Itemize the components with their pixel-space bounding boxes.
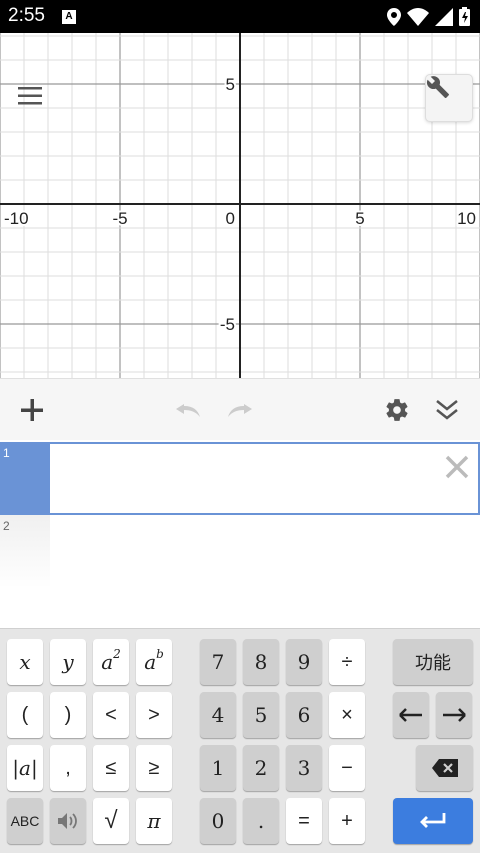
backspace-button[interactable] [416, 745, 473, 791]
key-divide[interactable]: ÷ [329, 639, 365, 685]
key-minus[interactable]: − [329, 745, 365, 791]
wifi-icon [407, 7, 429, 26]
key-9[interactable]: 9 [286, 639, 322, 685]
key-sqrt[interactable]: √ [93, 798, 129, 844]
status-bar: 2:55 A [0, 0, 480, 33]
x-tick-label: 5 [355, 209, 364, 228]
x-tick-label: 0 [226, 209, 235, 228]
menu-button[interactable] [18, 85, 44, 107]
signal-icon [435, 7, 453, 26]
expression-number: 2 [0, 515, 50, 588]
key-comma[interactable]: , [50, 745, 86, 791]
collapse-list-button[interactable] [430, 393, 464, 427]
key-plus[interactable]: + [329, 798, 365, 844]
arrow-right-icon [443, 708, 466, 722]
y-tick-label: 5 [226, 75, 235, 94]
wrench-icon [426, 76, 449, 98]
status-time: 2:55 [8, 5, 45, 26]
key-close-paren[interactable]: ) [50, 692, 86, 738]
undo-icon [176, 404, 200, 417]
key-y[interactable]: y [50, 639, 86, 685]
key-open-paren[interactable]: ( [7, 692, 43, 738]
hamburger-icon [18, 87, 42, 105]
expression-list: 1 2 [0, 440, 480, 628]
key-5[interactable]: 5 [243, 692, 279, 738]
key-a-squared[interactable]: a2 [93, 639, 129, 685]
key-multiply[interactable]: × [329, 692, 365, 738]
key-0[interactable]: 0 [200, 798, 236, 844]
notification-icon: A [62, 10, 76, 24]
key-greater-equal[interactable]: ≥ [136, 745, 172, 791]
redo-button[interactable] [222, 393, 256, 427]
key-greater-than[interactable]: > [136, 692, 172, 738]
status-icons [387, 7, 470, 26]
key-3[interactable]: 3 [286, 745, 322, 791]
settings-button[interactable] [380, 393, 414, 427]
x-tick-label: -10 [4, 209, 29, 228]
abc-keyboard-button[interactable]: ABC [7, 798, 43, 844]
location-icon [387, 7, 401, 26]
key-absolute-value[interactable]: |a| [7, 745, 43, 791]
redo-icon [228, 404, 252, 417]
key-7[interactable]: 7 [200, 639, 236, 685]
key-8[interactable]: 8 [243, 639, 279, 685]
functions-button[interactable]: 功能 [393, 639, 473, 685]
cursor-left-button[interactable] [393, 692, 429, 738]
key-a-power-b[interactable]: ab [136, 639, 172, 685]
key-decimal[interactable]: . [243, 798, 279, 844]
undo-button[interactable] [172, 393, 206, 427]
key-1[interactable]: 1 [200, 745, 236, 791]
key-less-equal[interactable]: ≤ [93, 745, 129, 791]
graph-canvas[interactable]: -10 -10 -5 -5 0 0 5 5 10 10 5 5 -5 -5 [0, 33, 480, 378]
enter-icon [420, 813, 446, 828]
battery-icon [459, 7, 470, 26]
audio-button[interactable] [50, 798, 86, 844]
expression-input[interactable] [50, 442, 480, 515]
x-tick-label: 10 [457, 209, 476, 228]
key-2[interactable]: 2 [243, 745, 279, 791]
arrow-left-icon [399, 708, 422, 722]
delete-expression-button[interactable] [444, 454, 470, 480]
double-chevron-down-icon [436, 400, 458, 420]
expression-row[interactable]: 2 [0, 515, 480, 588]
cursor-right-button[interactable] [436, 692, 472, 738]
expression-number: 1 [0, 442, 50, 515]
math-keypad: x y a2 ab 7 8 9 ÷ 功能 ( ) < > 4 5 6 × |a|… [0, 628, 480, 853]
graph-grid: -10-10 -5-5 00 55 101055-5-5 [0, 33, 480, 378]
enter-button[interactable] [393, 798, 473, 844]
plus-icon [21, 399, 43, 421]
gear-icon [386, 399, 408, 421]
add-expression-button[interactable] [15, 393, 49, 427]
expression-input[interactable] [50, 515, 480, 588]
x-tick-label: -5 [112, 209, 127, 228]
backspace-icon [431, 759, 458, 777]
y-tick-label: -5 [220, 315, 235, 334]
key-less-than[interactable]: < [93, 692, 129, 738]
expression-toolbar [0, 378, 480, 440]
key-4[interactable]: 4 [200, 692, 236, 738]
expression-row[interactable]: 1 [0, 442, 480, 515]
graph-settings-button[interactable] [425, 74, 473, 122]
key-pi[interactable]: π [136, 798, 172, 844]
key-6[interactable]: 6 [286, 692, 322, 738]
close-icon [445, 455, 469, 479]
key-equals[interactable]: = [286, 798, 322, 844]
key-x[interactable]: x [7, 639, 43, 685]
speaker-icon [58, 813, 77, 829]
